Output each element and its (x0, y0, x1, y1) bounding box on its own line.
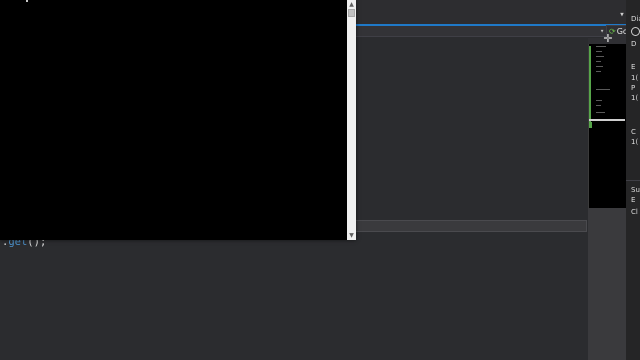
minimap-line (596, 112, 605, 113)
minimap-line (596, 61, 601, 62)
minimap-line (596, 100, 602, 101)
panel-value: 1( (631, 94, 639, 102)
gauge-icon[interactable] (631, 27, 640, 36)
panel-title: Dia (631, 15, 640, 23)
minimap-change-marker (589, 122, 592, 128)
console-vertical-scrollbar[interactable] (347, 0, 356, 240)
panel-section-label[interactable]: E (631, 63, 635, 72)
panel-section-label: D (631, 40, 637, 48)
panel-section-label[interactable]: C (631, 128, 636, 137)
minimap-line (596, 56, 604, 57)
minimap-line (596, 89, 610, 90)
minimap-line (596, 51, 602, 52)
panel-value: 1( (631, 74, 639, 82)
add-split-icon[interactable]: ✛ (603, 33, 613, 44)
panel-value: 1( (631, 138, 639, 146)
editor-scroll-track[interactable] (588, 208, 626, 360)
panel-tab-label[interactable]: Su (631, 186, 640, 195)
panel-section-label[interactable]: P (631, 84, 635, 93)
minimap-line (596, 46, 606, 47)
panel-section-label: E (631, 196, 636, 204)
console-cursor (26, 0, 28, 2)
panel-divider (626, 180, 640, 181)
editor-horizontal-scrollbar[interactable] (355, 220, 587, 232)
minimap-line (596, 105, 601, 106)
scroll-up-arrow-icon[interactable]: ▲ (347, 0, 356, 9)
document-tab-strip (355, 0, 632, 24)
panel-section-label: Cl (631, 208, 638, 216)
minimap-viewport-indicator[interactable] (589, 119, 625, 121)
minimap-code-preview (592, 46, 622, 120)
minimap-line (596, 71, 601, 72)
console-scroll-thumb[interactable] (348, 9, 355, 17)
minimap-line (596, 66, 603, 67)
tab-list-dropdown-icon[interactable]: ▾ (618, 11, 626, 20)
console-output-area[interactable] (0, 0, 347, 240)
scroll-down-arrow-icon[interactable]: ▼ (347, 231, 356, 240)
navigation-bar[interactable] (355, 26, 632, 37)
minimap-change-marker (589, 46, 591, 128)
